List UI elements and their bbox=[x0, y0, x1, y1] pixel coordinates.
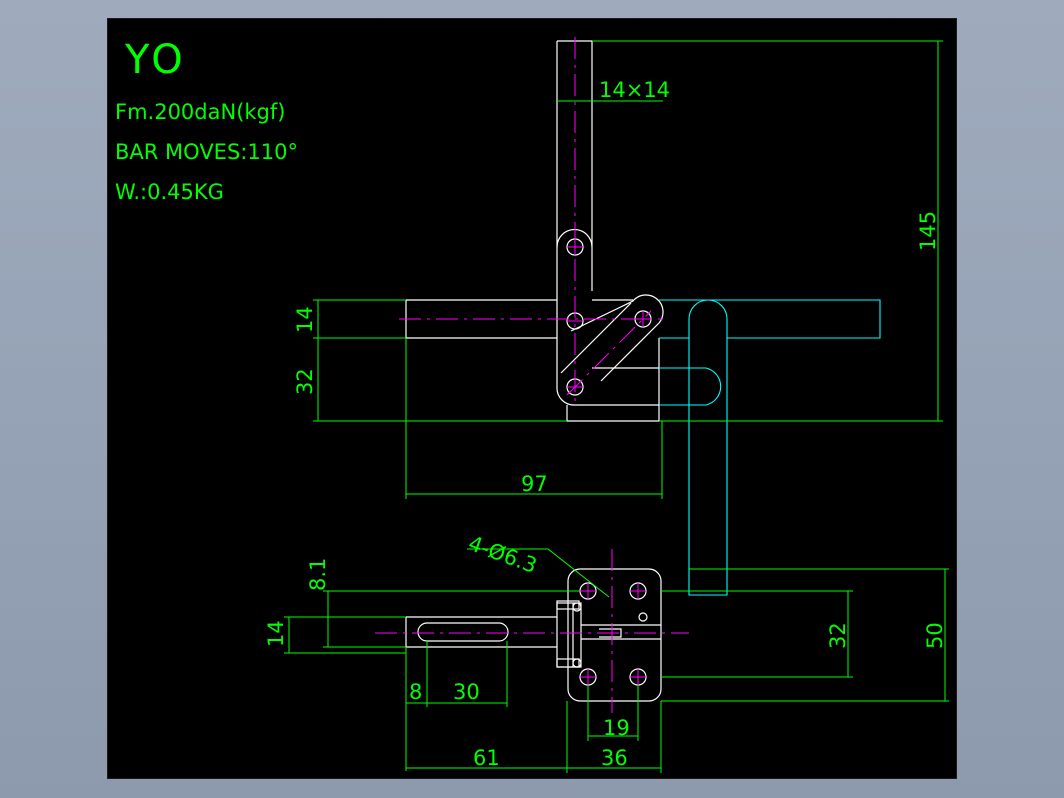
top-view-pivots bbox=[566, 238, 652, 396]
weight-spec: W.:0.45KG bbox=[115, 180, 224, 204]
dim-hole-spacing-x: 19 bbox=[603, 716, 630, 740]
slot bbox=[417, 622, 509, 642]
pivot-hole-side bbox=[638, 612, 648, 622]
dim-base-offset: 8.1 bbox=[306, 558, 330, 591]
mounting-holes bbox=[572, 582, 648, 686]
base-foot bbox=[566, 405, 660, 422]
handle-bar bbox=[556, 40, 593, 247]
clevis-hole-1 bbox=[572, 602, 582, 612]
side-view-dim-text: 4-Ø6.3 8.1 14 8 30 61 36 19 32 50 bbox=[264, 531, 947, 770]
dim-arm-thickness: 14 bbox=[293, 306, 317, 333]
title-block: YO Fm.200daN(kgf) BAR MOVES:110° W.:0.45… bbox=[115, 37, 298, 204]
force-rating: Fm.200daN(kgf) bbox=[115, 100, 285, 124]
alt-link bbox=[659, 367, 722, 406]
clevis-detail bbox=[572, 603, 661, 667]
alt-arm bbox=[659, 299, 881, 339]
dim-hole-spacing-y: 32 bbox=[826, 622, 850, 649]
top-view-dimensions bbox=[313, 40, 943, 499]
dim-base-to-pivot: 61 bbox=[473, 746, 500, 770]
toggle-clamp-drawing: YO Fm.200daN(kgf) BAR MOVES:110° W.:0.45… bbox=[115, 37, 949, 773]
dim-slot-length: 30 bbox=[453, 680, 480, 704]
model-name: YO bbox=[124, 37, 187, 83]
dim-slot-width: 14 bbox=[264, 620, 288, 647]
lower-link bbox=[592, 367, 659, 406]
cad-viewport[interactable]: YO Fm.200daN(kgf) BAR MOVES:110° W.:0.45… bbox=[107, 18, 957, 779]
alternate-position bbox=[659, 299, 881, 596]
base-plate bbox=[567, 568, 662, 702]
dim-arm-offset: 32 bbox=[293, 368, 317, 395]
link-plate bbox=[556, 247, 593, 406]
dim-bar-section: 14×14 bbox=[599, 78, 670, 102]
dim-height-total: 145 bbox=[916, 211, 940, 251]
dim-base-height: 50 bbox=[923, 622, 947, 649]
clevis-hole-2 bbox=[572, 658, 582, 668]
slotted-arm bbox=[405, 616, 557, 648]
top-view-dim-text: 14×14 145 14 32 97 bbox=[293, 78, 940, 496]
alt-handle bbox=[688, 299, 728, 596]
clevis-block bbox=[556, 602, 582, 668]
dim-holes: 4-Ø6.3 bbox=[465, 531, 540, 578]
diag-centerline bbox=[566, 310, 652, 396]
dim-base-width: 36 bbox=[601, 746, 628, 770]
dim-slot-start: 8 bbox=[409, 680, 422, 704]
side-view-outline bbox=[405, 568, 662, 702]
bar-moves-spec: BAR MOVES:110° bbox=[115, 140, 298, 164]
dim-arm-length: 97 bbox=[521, 472, 548, 496]
